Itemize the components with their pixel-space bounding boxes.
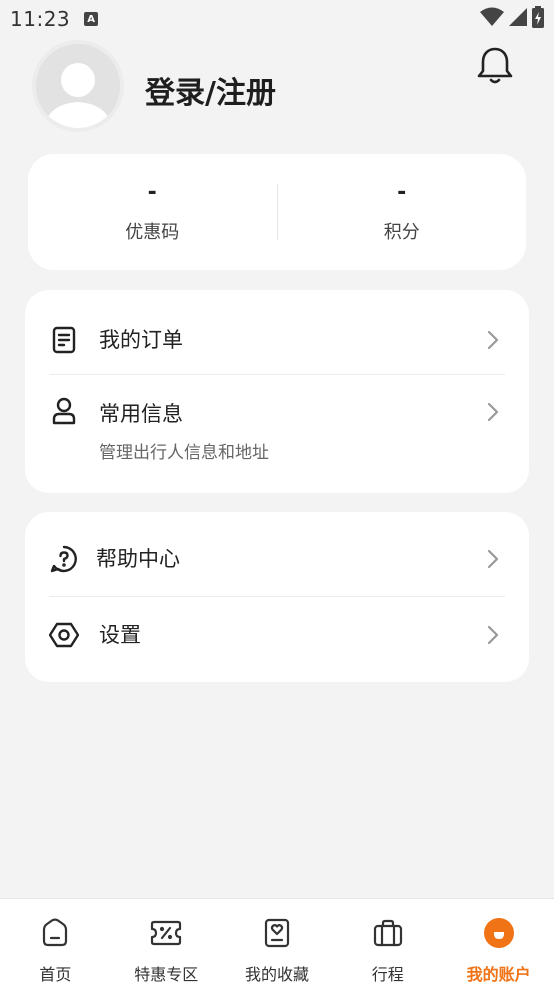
login-register-link[interactable]: 登录/注册 <box>145 68 276 112</box>
menu-divider <box>49 374 505 375</box>
menu-item-my-orders[interactable]: 我的订单 <box>49 310 505 370</box>
chevron-right-icon <box>483 623 503 647</box>
nav-favorites[interactable]: 我的收藏 <box>222 899 333 985</box>
suitcase-icon <box>372 917 404 949</box>
notification-a-icon: A <box>84 12 99 26</box>
status-time: 11:23 <box>10 7 71 31</box>
menu-item-settings[interactable]: 设置 <box>49 604 505 664</box>
coupon-stat[interactable]: - 优惠码 <box>28 154 277 270</box>
support-menu-card: 帮助中心 设置 <box>25 512 529 682</box>
user-icon <box>49 396 79 426</box>
favorites-icon <box>261 917 293 949</box>
settings-label: 设置 <box>99 623 141 647</box>
points-count: - <box>397 180 407 205</box>
nav-trips-label: 行程 <box>371 965 404 984</box>
points-stat[interactable]: - 积分 <box>278 154 527 270</box>
common-info-description: 管理出行人信息和地址 <box>99 443 269 463</box>
common-info-label: 常用信息 <box>99 402 183 426</box>
avatar[interactable] <box>32 40 124 132</box>
nav-my-account-label: 我的账户 <box>466 965 531 984</box>
account-menu-card: 我的订单 常用信息 管理出行人信息和地址 <box>25 290 529 493</box>
my-orders-label: 我的订单 <box>99 328 183 352</box>
nav-home-label: 首页 <box>39 965 72 984</box>
signal-icon <box>509 8 527 30</box>
status-bar: 11:23 A <box>0 0 554 38</box>
battery-icon <box>532 6 544 32</box>
points-label: 积分 <box>383 222 420 243</box>
chevron-right-icon <box>483 328 503 352</box>
home-icon <box>39 917 71 949</box>
chevron-right-icon <box>483 547 503 571</box>
nav-deals[interactable]: 特惠专区 <box>111 899 222 985</box>
stats-card: - 优惠码 - 积分 <box>28 154 526 270</box>
wifi-icon <box>480 7 504 31</box>
nav-home[interactable]: 首页 <box>0 899 111 985</box>
nav-favorites-label: 我的收藏 <box>244 965 309 984</box>
menu-divider <box>49 596 505 597</box>
status-left: 11:23 A <box>10 7 99 31</box>
account-icon <box>483 917 515 949</box>
bottom-nav: 首页 特惠专区 我的收藏 行程 我的账户 <box>0 898 554 985</box>
nav-trips[interactable]: 行程 <box>332 899 443 985</box>
menu-item-common-info[interactable]: 常用信息 管理出行人信息和地址 <box>49 390 505 470</box>
menu-item-help-center[interactable]: 帮助中心 <box>49 528 505 588</box>
chevron-right-icon <box>483 400 503 424</box>
status-right <box>480 6 544 32</box>
coupon-icon <box>150 917 182 949</box>
coupon-label: 优惠码 <box>125 222 180 243</box>
nav-deals-label: 特惠专区 <box>134 965 199 984</box>
coupon-count: - <box>147 180 157 205</box>
help-icon <box>49 544 79 574</box>
help-center-label: 帮助中心 <box>96 547 180 571</box>
bell-icon <box>476 45 514 89</box>
notification-bell-button[interactable] <box>474 46 516 88</box>
settings-icon <box>49 620 79 650</box>
order-icon <box>49 325 79 355</box>
nav-my-account[interactable]: 我的账户 <box>443 899 554 985</box>
